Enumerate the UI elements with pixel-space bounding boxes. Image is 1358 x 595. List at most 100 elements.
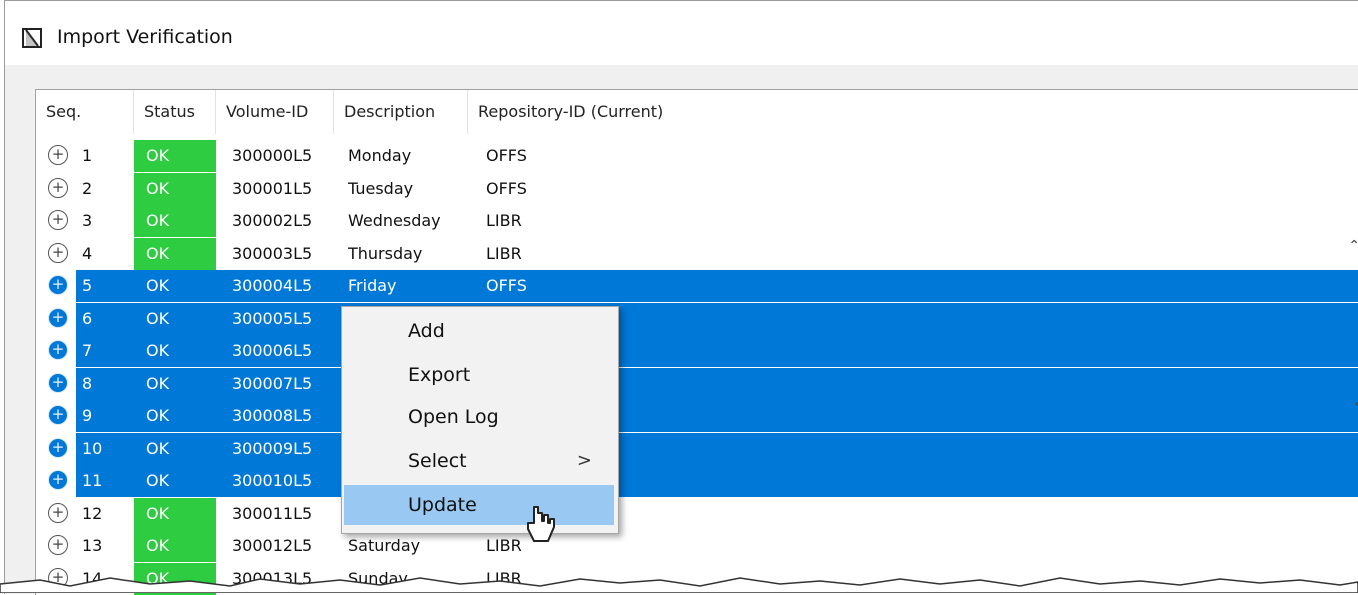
- cell-status: OK: [134, 172, 216, 205]
- cell-status: OK: [146, 276, 170, 295]
- cell-repository-id: LIBR: [486, 243, 522, 263]
- cell-volume-id: 300004L5: [232, 276, 313, 295]
- cell-description: Thursday: [348, 243, 423, 263]
- cell-status: OK: [134, 237, 216, 270]
- cell-seq: 11: [82, 471, 103, 490]
- list-header: Seq. Status Volume-ID Description Reposi…: [36, 90, 1358, 134]
- menu-item-select[interactable]: Select >: [344, 441, 614, 481]
- menu-item-update[interactable]: Update: [344, 485, 614, 525]
- table-row[interactable]: +8 OK 300007L5: [36, 367, 1358, 400]
- expand-plus-icon[interactable]: +: [48, 502, 68, 523]
- table-row[interactable]: +13 OK 300012L5 Saturday LIBR: [36, 530, 1358, 562]
- menu-item-export[interactable]: Export: [344, 355, 614, 395]
- cell-status: OK: [146, 406, 170, 425]
- table-row[interactable]: +4 OK 300003L5 Thursday LIBR: [36, 237, 1358, 270]
- cell-repository-id: OFFS: [486, 178, 527, 198]
- cell-status: OK: [134, 140, 216, 172]
- expand-plus-icon[interactable]: +: [48, 242, 68, 263]
- expand-plus-icon[interactable]: +: [48, 275, 68, 295]
- chevron-right-icon: >: [576, 450, 592, 471]
- cell-volume-id: 300012L5: [232, 536, 313, 555]
- cell-volume-id: 300007L5: [232, 373, 313, 393]
- cell-seq: 13: [82, 536, 103, 555]
- expand-plus-icon[interactable]: +: [48, 340, 68, 360]
- column-header-volume-id[interactable]: Volume-ID: [216, 90, 334, 134]
- expand-plus-icon[interactable]: +: [48, 210, 68, 230]
- column-header-repository-id[interactable]: Repository-ID (Current): [468, 90, 1358, 134]
- cell-repository-id: LIBR: [486, 536, 522, 555]
- verification-list[interactable]: Seq. Status Volume-ID Description Reposi…: [35, 89, 1358, 595]
- cell-description: Monday: [348, 146, 412, 165]
- expand-plus-icon[interactable]: +: [48, 405, 68, 425]
- table-row[interactable]: +6 OK 300005L5: [36, 302, 1358, 335]
- table-row[interactable]: +11 OK 300010L5: [36, 465, 1358, 497]
- table-row[interactable]: +10 OK 300009L5: [36, 432, 1358, 465]
- cell-volume-id: 300000L5: [232, 146, 313, 165]
- menu-item-open-log[interactable]: Open Log: [344, 397, 614, 437]
- cell-seq: 4: [82, 243, 93, 263]
- column-header-description[interactable]: Description: [334, 90, 468, 134]
- cell-status: OK: [134, 205, 216, 237]
- cell-status: OK: [146, 341, 170, 360]
- cell-repository-id: OFFS: [486, 276, 527, 295]
- cell-status: OK: [146, 438, 170, 458]
- cell-repository-id: OFFS: [486, 146, 527, 165]
- table-row[interactable]: +7 OK 300006L5: [36, 335, 1358, 367]
- cell-seq: 5: [82, 276, 93, 295]
- cell-description: Tuesday: [348, 178, 414, 198]
- cell-seq: 6: [82, 308, 93, 328]
- table-row[interactable]: +9 OK 300008L5: [36, 400, 1358, 432]
- cell-seq: 3: [82, 211, 93, 230]
- table-row[interactable]: +3 OK 300002L5 Wednesday LIBR: [36, 205, 1358, 237]
- title-bar: Import Verification: [5, 1, 1358, 65]
- menu-item-add[interactable]: Add: [344, 311, 614, 351]
- expand-plus-icon[interactable]: +: [48, 372, 68, 393]
- expand-plus-icon[interactable]: +: [48, 437, 68, 458]
- table-row[interactable]: +12 OK 300011L5: [36, 497, 1358, 530]
- context-menu: Add Export Open Log Select > Update: [341, 306, 619, 534]
- cell-seq: 2: [82, 178, 93, 198]
- cell-description: Saturday: [348, 536, 421, 555]
- cell-volume-id: 300001L5: [232, 178, 313, 198]
- mouse-pointer-icon: [527, 506, 555, 542]
- cell-status: OK: [146, 471, 170, 490]
- cell-status: OK: [134, 530, 216, 562]
- cell-volume-id: 300002L5: [232, 211, 313, 230]
- cell-seq: 1: [82, 146, 93, 165]
- import-document-icon: [22, 28, 42, 48]
- menu-item-label: Export: [408, 364, 471, 386]
- expand-plus-icon[interactable]: +: [48, 470, 68, 490]
- column-header-seq[interactable]: Seq.: [36, 90, 134, 134]
- table-row[interactable]: +2 OK 300001L5 Tuesday OFFS: [36, 172, 1358, 205]
- cell-seq: 9: [82, 406, 93, 425]
- cell-volume-id: 300003L5: [232, 243, 313, 263]
- menu-item-label: Update: [408, 494, 477, 516]
- cell-volume-id: 300009L5: [232, 438, 313, 458]
- expand-plus-icon[interactable]: +: [48, 145, 68, 165]
- cell-seq: 8: [82, 373, 93, 393]
- menu-item-label: Add: [408, 320, 445, 342]
- cell-volume-id: 300010L5: [232, 471, 313, 490]
- expand-plus-icon[interactable]: +: [48, 535, 68, 555]
- cell-status: OK: [146, 308, 170, 328]
- import-verification-window: Import Verification Seq. Status Volume-I…: [4, 0, 1358, 595]
- window-title: Import Verification: [57, 26, 233, 48]
- menu-item-label: Select: [408, 450, 467, 472]
- torn-edge-decoration: [0, 577, 1358, 593]
- cell-volume-id: 300011L5: [232, 503, 313, 523]
- cell-description: Wednesday: [348, 211, 441, 230]
- expand-plus-icon[interactable]: +: [48, 307, 68, 328]
- cell-seq: 10: [82, 438, 103, 458]
- menu-item-label: Open Log: [408, 406, 499, 428]
- cell-seq: 7: [82, 341, 93, 360]
- cell-volume-id: 300006L5: [232, 341, 313, 360]
- table-row[interactable]: +5 OK 300004L5 Friday OFFS: [36, 270, 1358, 302]
- cell-repository-id: LIBR: [486, 211, 522, 230]
- expand-plus-icon[interactable]: +: [48, 177, 68, 198]
- column-header-status[interactable]: Status: [134, 90, 216, 134]
- cell-status: OK: [134, 497, 216, 530]
- cell-status: OK: [146, 373, 170, 393]
- cell-volume-id: 300008L5: [232, 406, 313, 425]
- table-row[interactable]: +1 OK 300000L5 Monday OFFS: [36, 140, 1358, 172]
- cell-seq: 12: [82, 503, 103, 523]
